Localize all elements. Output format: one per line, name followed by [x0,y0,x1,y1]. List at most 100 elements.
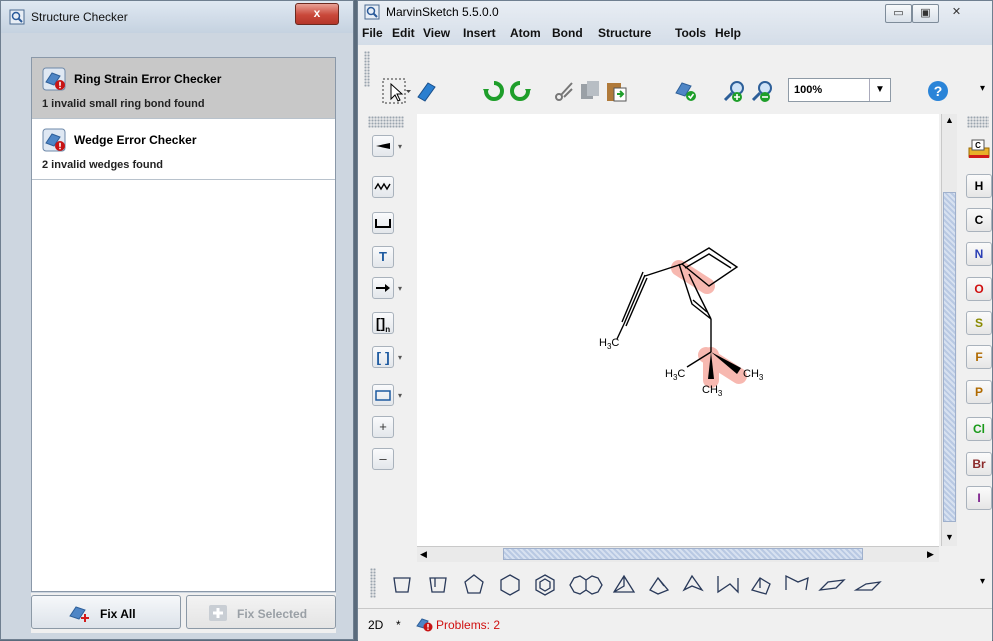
atom-button-f[interactable]: F [966,345,992,369]
crown-template-icon[interactable] [785,574,809,591]
plus-tool-button[interactable]: + [372,416,394,438]
menu-bar: File Edit View Insert Atom Bond Structur… [358,23,992,45]
atom-button-c[interactable]: C [966,208,992,232]
scroll-right-icon[interactable]: ▶ [927,549,934,560]
problems-icon[interactable] [416,616,434,632]
norbornane-template-icon[interactable] [649,576,670,595]
atom-button-s[interactable]: S [966,311,992,335]
zoom-out-icon[interactable] [750,79,774,103]
redo-icon[interactable] [508,79,532,103]
bond-tool-button[interactable] [372,135,394,157]
help-icon[interactable]: ? [926,79,950,103]
periodic-table-icon[interactable]: C [966,134,992,160]
boat-template-icon[interactable] [853,581,882,591]
zoom-value: 100% [794,84,823,96]
rectangle-tool-dropdown-icon[interactable]: ▾ [398,391,402,400]
drawing-canvas[interactable]: H3C H3C CH3 CH3 [417,114,939,546]
scroll-up-icon[interactable]: ▲ [945,115,954,125]
chevron-down-icon[interactable]: ▼ [869,79,890,101]
atom-button-h[interactable]: H [966,174,992,198]
structure-checker-titlebar[interactable]: Structure Checker x [1,1,353,33]
window-close-button[interactable]: ✕ [944,4,969,21]
atom-button-br[interactable]: Br [966,452,992,476]
benzene-template-icon[interactable] [535,574,555,596]
menu-structure[interactable]: Structure [598,26,651,40]
zoom-select[interactable]: 100% ▼ [788,78,891,102]
adamantane-template-icon[interactable] [682,574,704,592]
menu-edit[interactable]: Edit [392,26,415,40]
problems-link[interactable]: Problems: 2 [436,618,500,632]
vertical-scrollbar[interactable]: ▲ ▼ [941,114,957,546]
square-bracket-dropdown-icon[interactable]: ▾ [398,353,402,362]
square-bracket-tool-button[interactable]: [ ] [372,346,394,368]
maximize-button[interactable]: ▣ [912,4,939,23]
structure-checker-icon[interactable] [674,79,698,103]
chain-icon [374,182,391,191]
marvinsketch-titlebar[interactable]: MarvinSketch 5.5.0.0 ▭ ▣ ✕ File Edit Vie… [358,1,992,45]
main-toolbar: ? ▾ [358,45,992,104]
scroll-down-icon[interactable]: ▼ [945,532,954,542]
chair-template-icon[interactable] [818,579,846,591]
menu-tools[interactable]: Tools [675,26,706,40]
checker-button-bar: Fix All Fix Selected [31,593,336,633]
bicyclo-template-icon[interactable] [612,574,636,593]
minus-tool-button[interactable]: – [372,448,394,470]
rectangle-tool-button[interactable] [372,384,394,406]
atom-button-i[interactable]: I [966,486,992,510]
menu-file[interactable]: File [362,26,383,40]
checker-list: Ring Strain Error Checker 1 invalid smal… [31,57,336,592]
toolbar-overflow-icon[interactable]: ▾ [980,83,985,94]
menu-insert[interactable]: Insert [463,26,496,40]
wedge-error-icon [42,128,66,152]
template-overflow-icon[interactable]: ▾ [980,576,985,587]
undo-icon[interactable] [482,79,506,103]
atom-button-o[interactable]: O [966,277,992,301]
cut-icon[interactable] [552,79,576,103]
menu-view[interactable]: View [423,26,450,40]
fix-selected-button[interactable]: Fix Selected [186,595,336,629]
zoom-in-icon[interactable] [722,79,746,103]
eraser-icon[interactable] [414,79,440,103]
select-tool-icon[interactable] [382,78,412,104]
group-bracket-glyph: [] [375,315,386,331]
close-button[interactable]: x [295,3,339,25]
cyclohexane-template-icon[interactable] [500,574,520,596]
vertical-scroll-thumb[interactable] [943,192,956,522]
cyclopentane-template-icon[interactable] [464,574,484,594]
minimize-button[interactable]: ▭ [885,4,912,23]
group-bracket-tool-button[interactable]: []n [372,312,394,334]
checker-item-ring-strain[interactable]: Ring Strain Error Checker 1 invalid smal… [32,58,335,119]
bond-tool-dropdown-icon[interactable]: ▾ [398,142,402,151]
cyclopropane-template-icon[interactable] [393,577,411,593]
atom-button-p[interactable]: P [966,380,992,404]
menu-help[interactable]: Help [715,26,741,40]
atom-button-cl[interactable]: Cl [966,417,992,441]
bracket-tool-button[interactable] [372,212,394,234]
horizontal-scrollbar[interactable]: ◀ ▶ [417,546,939,562]
copy-icon[interactable] [578,79,602,103]
chain-tool-button[interactable] [372,176,394,198]
arrow-tool-dropdown-icon[interactable]: ▾ [398,284,402,293]
scroll-left-icon[interactable]: ◀ [420,549,427,560]
horizontal-scroll-thumb[interactable] [503,548,863,560]
naphthalene-template-icon[interactable] [569,575,603,595]
svg-text:?: ? [934,83,943,99]
arrow-tool-button[interactable] [372,277,394,299]
structure-checker-title: Structure Checker [31,10,128,24]
checker-name: Wedge Error Checker [74,133,197,147]
left-toolbar: ▾ T ▾ []n [ ] ▾ ▾ + – [358,114,415,559]
fix-all-button[interactable]: Fix All [31,595,181,629]
menu-atom[interactable]: Atom [510,26,541,40]
atom-button-n[interactable]: N [966,242,992,266]
fix-all-icon [69,606,89,622]
menu-bond[interactable]: Bond [552,26,583,40]
checker-item-wedge[interactable]: Wedge Error Checker 2 invalid wedges fou… [32,119,335,180]
toolbar-grip [364,51,370,87]
template-toolbar: ▾ [358,562,992,606]
pyrrole-template-icon[interactable] [429,577,447,593]
cyclooctane-template-icon[interactable] [717,576,739,594]
cubane-template-icon[interactable] [750,577,771,595]
paste-icon[interactable] [604,79,628,103]
structure-checker-window: Structure Checker x Ring Strain Error Ch… [0,0,354,640]
text-tool-button[interactable]: T [372,246,394,268]
